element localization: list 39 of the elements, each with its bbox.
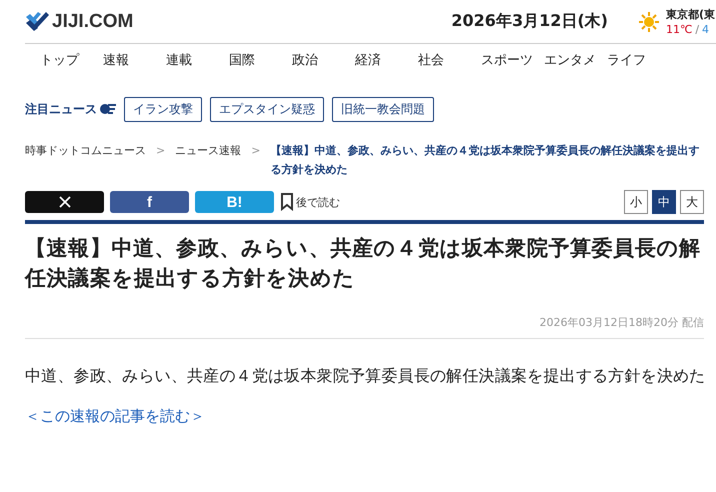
x-share-button[interactable] (25, 191, 104, 213)
font-size-button[interactable]: 中 (652, 190, 676, 214)
breadcrumb-link[interactable]: 時事ドットコムニュース (25, 141, 146, 160)
article-text: 中道、参政、みらい、共産の４党は坂本衆院予算委員長の解任決議案を提出する方針を決めた (25, 365, 706, 387)
nav-link[interactable]: 社会 (418, 51, 481, 69)
article-title: 【速報】中道、参政、みらい、共産の４党は坂本衆院予算委員長の解任決議案を提出する方針を決めた (25, 235, 702, 292)
article-link[interactable]: ＜この速報の記事を読む＞ (25, 407, 205, 426)
font-size-button[interactable]: 大 (680, 190, 704, 214)
nav-link[interactable]: 政治 (292, 51, 355, 69)
topic-tag[interactable]: イラン攻撃 (124, 96, 202, 122)
read-later-button[interactable]: 後で読む (280, 193, 340, 211)
nav-link[interactable]: 経済 (355, 51, 418, 69)
nav-link[interactable]: 国際 (229, 51, 292, 69)
breadcrumb-separator: > (156, 143, 166, 159)
nav-link[interactable]: 連載 (166, 51, 229, 69)
logo[interactable]: JIJI.COM (52, 10, 134, 32)
logo-icon (25, 10, 49, 32)
facebook-share-button[interactable]: f (110, 191, 189, 213)
nav-link[interactable]: ライフ (607, 51, 670, 69)
nav-link[interactable]: スポーツ (481, 51, 544, 69)
bookmark-icon (280, 193, 294, 211)
date: 2026年3月12日(木) (451, 11, 608, 32)
breadcrumb-separator: > (251, 143, 260, 159)
separator: / (695, 22, 700, 36)
sun-icon (638, 10, 660, 32)
nav-link[interactable]: 速報 (103, 51, 166, 69)
nav-link[interactable]: トップ (40, 51, 103, 69)
breadcrumb-link[interactable]: ニュース速報 (175, 141, 242, 160)
topic-tag[interactable]: エプスタイン疑惑 (210, 96, 324, 122)
nav-link[interactable]: エンタメ (544, 51, 607, 69)
low-temperature: 4 (702, 22, 710, 36)
x-logo-icon (58, 196, 70, 208)
breadcrumb-link[interactable]: 【速報】中道、参政、みらい、共産の４党は坂本衆院予算委員長の解任決議案を提出する方針を決めた (270, 141, 700, 179)
high-temperature: 11℃ (666, 22, 692, 36)
publish-time: 2026年03月12日18時20分 配信 (25, 315, 704, 339)
featured-label: 注目ニュース (25, 100, 97, 118)
weather-location: 東京都(東 (666, 6, 715, 22)
font-size-button[interactable]: 小 (624, 190, 648, 214)
topic-tag[interactable]: 旧統一教会問題 (332, 96, 434, 122)
